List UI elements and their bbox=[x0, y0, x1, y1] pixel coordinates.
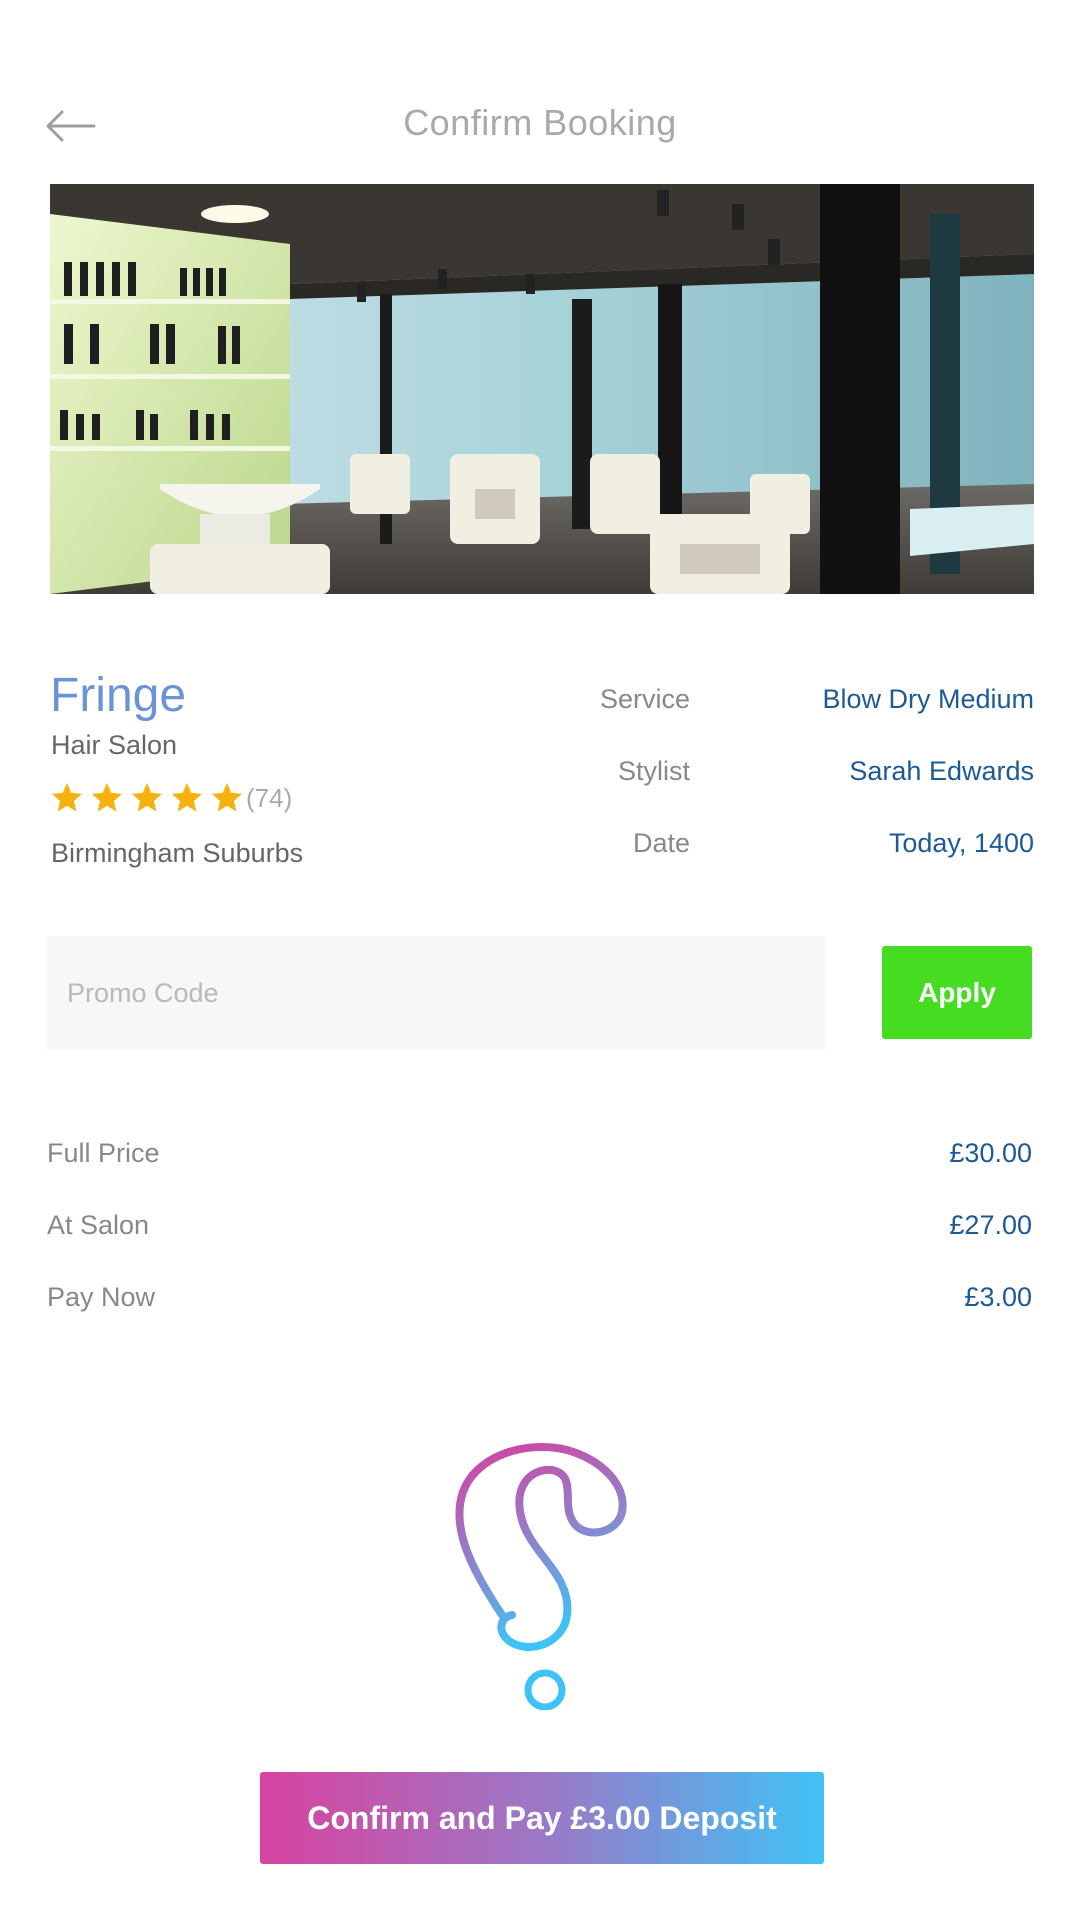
salon-name: Fringe bbox=[50, 669, 187, 722]
detail-row-date: Date Today, 1400 bbox=[520, 828, 1034, 900]
salon-location: Birmingham Suburbs bbox=[51, 838, 304, 868]
star-icon bbox=[211, 783, 243, 812]
salon-type: Hair Salon bbox=[51, 730, 178, 760]
promo-code-field bbox=[47, 936, 825, 1050]
price-value: £3.00 bbox=[964, 1282, 1032, 1312]
price-row-at-salon: At Salon £27.00 bbox=[47, 1210, 1032, 1282]
price-label: Pay Now bbox=[47, 1282, 156, 1312]
header: Confirm Booking bbox=[0, 90, 1080, 162]
detail-label: Stylist bbox=[617, 756, 690, 786]
star-icon bbox=[51, 783, 83, 812]
detail-value: Today, 1400 bbox=[888, 828, 1034, 858]
price-value: £30.00 bbox=[949, 1138, 1032, 1168]
apply-button[interactable]: Apply bbox=[882, 946, 1032, 1039]
price-label: At Salon bbox=[47, 1210, 150, 1240]
rating: (74) bbox=[50, 778, 292, 818]
page-title: Confirm Booking bbox=[403, 102, 677, 143]
confirm-pay-button[interactable]: Confirm and Pay £3.00 Deposit bbox=[260, 1772, 824, 1864]
price-label: Full Price bbox=[47, 1138, 160, 1168]
star-icon bbox=[171, 783, 203, 812]
detail-label: Date bbox=[632, 828, 690, 858]
detail-row-service: Service Blow Dry Medium bbox=[520, 684, 1034, 756]
detail-value: Sarah Edwards bbox=[849, 756, 1034, 786]
booking-details: Service Blow Dry Medium Stylist Sarah Ed… bbox=[520, 684, 1034, 900]
detail-row-stylist: Stylist Sarah Edwards bbox=[520, 756, 1034, 828]
salon-photo bbox=[50, 184, 1034, 594]
price-row-full: Full Price £30.00 bbox=[47, 1138, 1032, 1210]
price-breakdown: Full Price £30.00 At Salon £27.00 Pay No… bbox=[47, 1138, 1032, 1354]
star-icon bbox=[131, 783, 163, 812]
detail-label: Service bbox=[599, 684, 690, 714]
brand-logo-icon bbox=[452, 1440, 632, 1711]
review-count: (74) bbox=[246, 782, 293, 813]
star-icon bbox=[91, 783, 123, 812]
price-value: £27.00 bbox=[949, 1210, 1032, 1240]
promo-code-input[interactable] bbox=[47, 936, 825, 1050]
detail-value: Blow Dry Medium bbox=[822, 684, 1034, 714]
price-row-pay-now: Pay Now £3.00 bbox=[47, 1282, 1032, 1354]
